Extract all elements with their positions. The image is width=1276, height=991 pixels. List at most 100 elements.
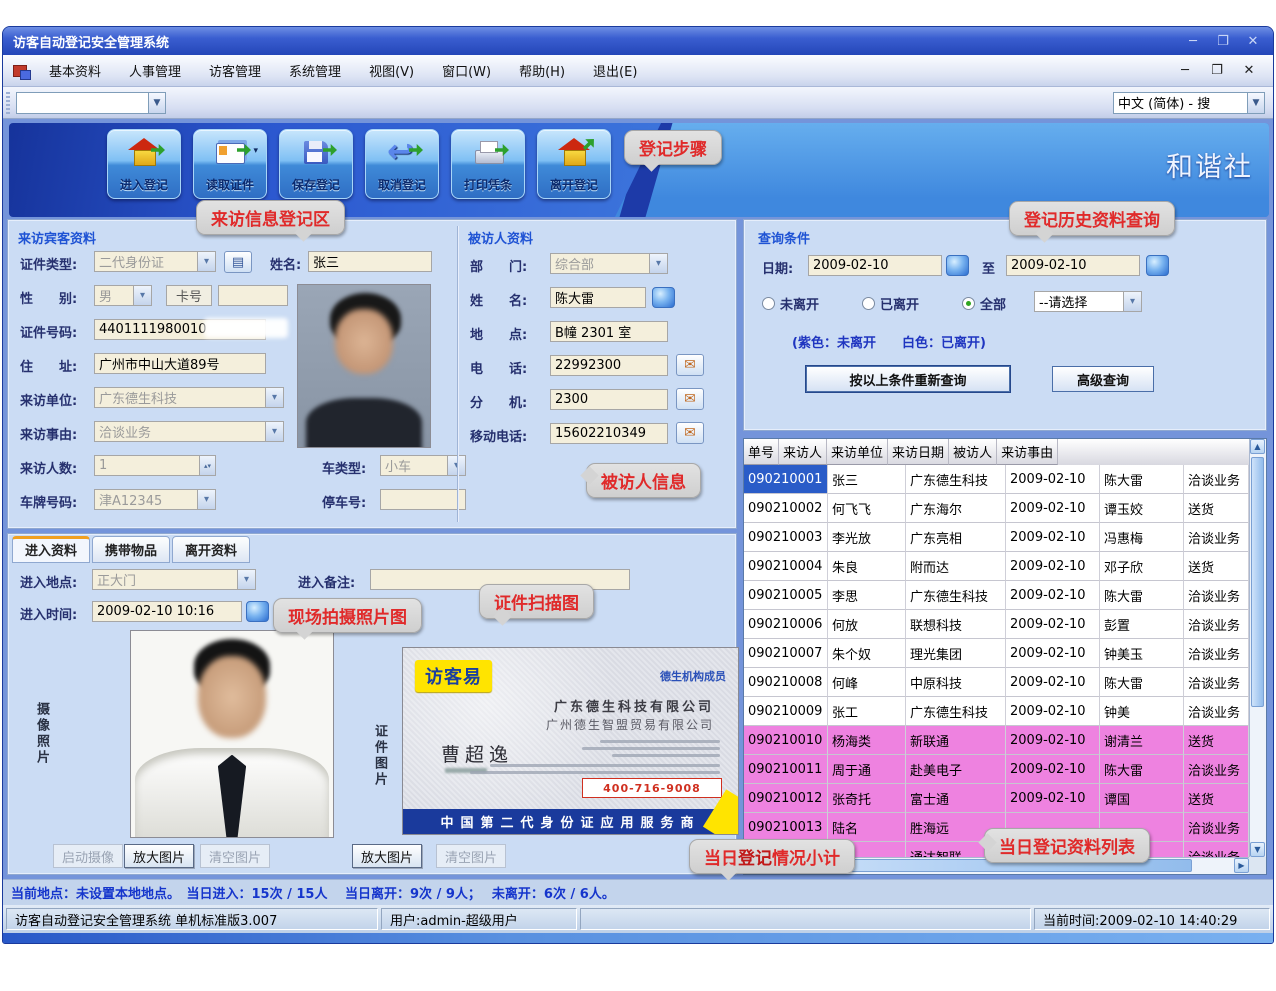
menu-item[interactable]: 访客管理 xyxy=(197,58,273,83)
table-header: 单号来访人来访单位来访日期被访人来访事由 xyxy=(744,439,1249,465)
menu-item[interactable]: 视图(V) xyxy=(357,58,426,83)
sms-notify-icon[interactable]: ✉ xyxy=(676,422,704,444)
zoom-photo-button[interactable]: 放大图片 xyxy=(124,844,194,868)
location-input[interactable]: B幢 2301 室 xyxy=(550,321,668,342)
table-row[interactable]: 090210011 周于通 赴美电子 2009-02-10 陈大雷 洽谈业务 xyxy=(744,755,1249,784)
plate-select[interactable]: 津A12345 xyxy=(94,489,216,510)
scroll-right-icon[interactable]: ▶ xyxy=(1234,858,1249,873)
clear-photo-button[interactable]: 清空图片 xyxy=(200,844,270,868)
date-to-input[interactable]: 2009-02-10 xyxy=(1006,255,1140,276)
table-row[interactable]: 090210009 张工 广东德生科技 2009-02-10 钟美 洽谈业务 xyxy=(744,697,1249,726)
entry-time-input[interactable]: 2009-02-10 10:16 xyxy=(92,601,242,622)
menu-item[interactable]: 人事管理 xyxy=(117,58,193,83)
sms-notify-icon[interactable]: ✉ xyxy=(676,388,704,410)
toolbar-button[interactable]: 进入登记 xyxy=(107,129,181,199)
card-no-input[interactable] xyxy=(218,285,288,306)
chevron-down-icon[interactable]: ▼ xyxy=(1247,93,1264,113)
column-header[interactable]: 来访单位 xyxy=(827,439,888,465)
query-select[interactable]: --请选择 xyxy=(1034,291,1142,312)
scrollbar-thumb[interactable] xyxy=(1251,457,1264,707)
table-row[interactable]: 090210003 李光放 广东亮相 2009-02-10 冯惠梅 洽谈业务 xyxy=(744,523,1249,552)
visit-reason-select[interactable]: 洽谈业务 xyxy=(94,421,284,442)
menu-item[interactable]: 系统管理 xyxy=(277,58,353,83)
parking-input[interactable] xyxy=(380,489,466,510)
scroll-down-icon[interactable]: ▼ xyxy=(1250,842,1265,857)
visitor-count-stepper[interactable]: 1 xyxy=(94,455,216,476)
radio-not-left[interactable]: 未离开 xyxy=(762,294,819,313)
visit-unit-select[interactable]: 广东德生科技 xyxy=(94,387,284,408)
toolbar-button[interactable]: 离开登记 xyxy=(537,129,611,199)
date-picker-icon[interactable] xyxy=(1146,255,1169,276)
mdi-minimize-icon[interactable]: ─ xyxy=(1175,63,1195,78)
date-picker-icon[interactable] xyxy=(946,255,969,276)
close-icon[interactable]: ✕ xyxy=(1243,34,1263,49)
tab[interactable]: 进入资料 xyxy=(12,536,90,563)
phone-input[interactable]: 22992300 xyxy=(550,355,668,376)
table-row[interactable]: 090210002 何飞飞 广东海尔 2009-02-10 谭玉姣 送货 xyxy=(744,494,1249,523)
search-icon[interactable] xyxy=(652,287,675,308)
cancel-undo-icon xyxy=(385,136,419,170)
tab[interactable]: 携带物品 xyxy=(92,536,170,563)
radio-all[interactable]: 全部 xyxy=(962,294,1006,313)
table-row[interactable]: 090210007 朱个奴 理光集团 2009-02-10 钟美玉 洽谈业务 xyxy=(744,639,1249,668)
quick-combobox[interactable]: ▼ xyxy=(16,92,166,114)
card-reader-icon[interactable]: ▤ xyxy=(224,251,252,273)
status-bar: 访客自动登记安全管理系统 单机标准版3.007 用户:admin-超级用户 当前… xyxy=(3,905,1273,933)
vehicle-type-select[interactable]: 小车 xyxy=(380,455,466,476)
mdi-close-icon[interactable]: ✕ xyxy=(1239,63,1259,78)
toolbar-button[interactable]: 保存登记 xyxy=(279,129,353,199)
cert-type-select[interactable]: 二代身份证 xyxy=(94,251,216,272)
column-header[interactable]: 来访日期 xyxy=(888,439,949,465)
camera-photo-vertical-label: 摄像照片 xyxy=(32,702,51,766)
ext-label: 分 机: xyxy=(470,392,527,411)
mdi-restore-icon[interactable]: ❐ xyxy=(1207,63,1227,78)
sms-notify-icon[interactable]: ✉ xyxy=(676,354,704,376)
column-header[interactable]: 来访人 xyxy=(779,439,827,465)
table-row[interactable]: 090210010 杨海类 新联通 2009-02-10 谢清兰 送货 xyxy=(744,726,1249,755)
toolbar-button[interactable]: 打印凭条 xyxy=(451,129,525,199)
zoom-scan-button[interactable]: 放大图片 xyxy=(352,844,422,868)
requery-button[interactable]: 按以上条件重新查询 xyxy=(806,366,1010,392)
table-row[interactable]: 090210001 张三 广东德生科技 2009-02-10 陈大雷 洽谈业务 xyxy=(744,465,1249,494)
column-header[interactable]: 单号 xyxy=(744,439,779,465)
toolbar-button[interactable]: ▾ 读取证件 xyxy=(193,129,267,199)
table-row[interactable]: 090210004 朱良 附而达 2009-02-10 邓子欣 送货 xyxy=(744,552,1249,581)
ext-input[interactable]: 2300 xyxy=(550,389,668,410)
restore-icon[interactable]: ❐ xyxy=(1213,34,1233,49)
advanced-query-button[interactable]: 高级查询 xyxy=(1052,366,1154,392)
menu-item[interactable]: 帮助(H) xyxy=(507,58,577,83)
date-picker-icon[interactable] xyxy=(246,601,269,622)
dept-select[interactable]: 综合部 xyxy=(550,253,668,274)
date-from-input[interactable]: 2009-02-10 xyxy=(808,255,942,276)
entry-time-label: 进入时间: xyxy=(20,604,77,623)
chevron-down-icon[interactable]: ▼ xyxy=(148,93,165,113)
menu-item[interactable]: 基本资料 xyxy=(37,58,113,83)
scroll-up-icon[interactable]: ▲ xyxy=(1250,439,1265,454)
entry-location-select[interactable]: 正大门 xyxy=(92,569,256,590)
address-input[interactable]: 广州市中山大道89号 xyxy=(94,353,266,374)
visitor-name-input[interactable]: 张三 xyxy=(308,251,432,272)
mobile-input[interactable]: 15602210349 xyxy=(550,423,668,444)
gender-select[interactable]: 男 xyxy=(94,285,152,306)
window-title: 访客自动登记安全管理系统 xyxy=(13,32,169,51)
toolbar-button[interactable]: 取消登记 xyxy=(365,129,439,199)
address-label: 住 址: xyxy=(20,356,77,375)
clear-scan-button[interactable]: 清空图片 xyxy=(436,844,506,868)
column-header[interactable]: 来访事由 xyxy=(997,439,1058,465)
minimize-icon[interactable]: ─ xyxy=(1183,34,1203,49)
table-row[interactable]: 090210005 李思 广东德生科技 2009-02-10 陈大雷 洽谈业务 xyxy=(744,581,1249,610)
start-camera-button[interactable]: 启动摄像 xyxy=(53,844,123,868)
visited-name-input[interactable]: 陈大雷 xyxy=(550,287,646,308)
vertical-scrollbar[interactable]: ▲ ▼ xyxy=(1249,439,1266,857)
language-select[interactable]: 中文 (简体) - 搜 ▼ xyxy=(1113,92,1265,114)
toolbar-grip[interactable] xyxy=(6,92,10,114)
column-header[interactable]: 被访人 xyxy=(949,439,997,465)
menu-item[interactable]: 窗口(W) xyxy=(430,58,503,83)
table-row[interactable]: 090210008 何峰 中原科技 2009-02-10 陈大雷 洽谈业务 xyxy=(744,668,1249,697)
table-row[interactable]: 090210006 何放 联想科技 2009-02-10 彭置 洽谈业务 xyxy=(744,610,1249,639)
visitor-id-photo xyxy=(297,284,431,448)
tab[interactable]: 离开资料 xyxy=(172,536,250,563)
table-row[interactable]: 090210012 张奇托 富士通 2009-02-10 谭国 送货 xyxy=(744,784,1249,813)
radio-left[interactable]: 已离开 xyxy=(862,294,919,313)
menu-item[interactable]: 退出(E) xyxy=(581,58,649,83)
